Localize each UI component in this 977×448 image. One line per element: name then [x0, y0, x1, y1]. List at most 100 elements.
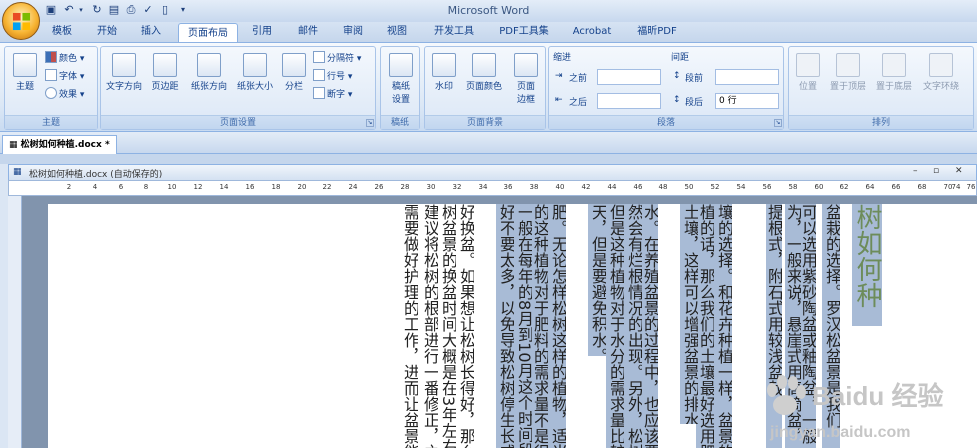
minimize-icon[interactable]: – — [913, 166, 918, 176]
workspace-gap — [0, 154, 977, 164]
spacing-after-icon: ↕ — [673, 95, 681, 105]
text-column[interactable]: 但是这种植物对于水分的需求量比较 — [606, 204, 624, 448]
ruler-tick: 62 — [839, 183, 849, 191]
indent-left-input[interactable] — [597, 69, 661, 85]
indent-right-input[interactable] — [597, 93, 661, 109]
tab-view[interactable]: 视图 — [380, 22, 414, 42]
text-wrapping-button[interactable]: 文字环绕 — [917, 53, 965, 92]
indent-right-icon: ⇤ — [555, 95, 563, 105]
position-label: 位置 — [798, 82, 817, 92]
spacing-heading: 间距 — [671, 53, 690, 63]
margins-icon — [153, 53, 177, 77]
text-column[interactable]: 需要做好护理的工作，进而让盆景能够成长 — [400, 204, 418, 448]
colors-icon — [45, 51, 57, 63]
size-label: 纸张大小 — [236, 82, 273, 92]
page-borders-button[interactable]: 页面 边框 — [511, 53, 541, 105]
themes-icon — [13, 53, 37, 77]
text-column[interactable]: 然会有烂根情况的出现。另外，松树这 — [624, 204, 642, 448]
text-column[interactable]: 的这种植物对于肥料的需求量不是很大，但 — [530, 204, 548, 448]
ruler-tick: 58 — [788, 183, 798, 191]
ruler-tick: 8 — [143, 183, 149, 191]
horizontal-ruler[interactable]: 2 4 6 8 10 12 14 16 18 20 22 24 26 28 30 32 34 36 38 40 42 44… — [8, 180, 977, 196]
breaks-button[interactable]: 分隔符 ▾ — [313, 51, 361, 66]
tab-foxit-pdf[interactable]: 福昕PDF — [628, 22, 686, 42]
theme-effects-button[interactable]: 效果 ▾ — [45, 87, 84, 102]
size-button[interactable]: 纸张大小 — [233, 53, 277, 92]
ruler-tick: 24 — [348, 183, 358, 191]
themes-button[interactable]: 主题 — [9, 53, 41, 92]
position-button[interactable]: 位置 — [791, 53, 825, 92]
close-icon[interactable]: ✕ — [955, 166, 963, 176]
tab-pdf-tools[interactable]: PDF工具集 — [492, 22, 556, 42]
orientation-button[interactable]: 纸张方向 — [187, 53, 231, 92]
document-tab[interactable]: ▦ 松树如何种植.docx * — [2, 135, 117, 154]
fonts-icon — [45, 69, 57, 81]
watermark-button[interactable]: 水印 — [429, 53, 459, 92]
breaks-icon — [313, 51, 325, 63]
theme-fonts-label: 字体 — [59, 72, 78, 82]
columns-label: 分栏 — [284, 82, 303, 92]
columns-button[interactable]: 分栏 — [279, 53, 309, 92]
tab-page-layout[interactable]: 页面布局 — [178, 23, 238, 43]
page-color-button[interactable]: 页面颜色 — [461, 53, 507, 92]
tab-references[interactable]: 引用 — [246, 22, 278, 42]
restore-icon[interactable]: ▫ — [933, 166, 939, 176]
text-column[interactable]: 树盆景的换盆时间大概是在3年左右， — [438, 204, 456, 448]
watermark-url: jingyan.baidu.com — [770, 424, 911, 441]
ruler-tick: 6 — [118, 183, 124, 191]
vertical-ruler[interactable] — [8, 196, 22, 448]
group-label-page-background: 页面背景 — [425, 115, 545, 129]
text-column[interactable]: 建议将松树的根部进行一番修正，之后再 — [420, 204, 438, 448]
indent-left-icon: ⇥ — [555, 71, 563, 81]
send-to-back-label: 置于底层 — [875, 82, 912, 92]
text-wrapping-label: 文字环绕 — [922, 82, 959, 92]
tab-developer[interactable]: 开发工具 — [426, 22, 482, 42]
text-column[interactable]: 肥。无论怎样松树这样的植物，适当的 — [548, 204, 566, 448]
hyphenation-button[interactable]: 断字 ▾ — [313, 87, 352, 102]
draft-paper-label-2: 设置 — [391, 95, 410, 105]
themes-label: 主题 — [15, 82, 34, 92]
send-to-back-button[interactable]: 置于底层 — [871, 53, 917, 92]
text-column[interactable]: 水。在养殖盆景的过程中，也应该要注意 — [640, 204, 658, 448]
text-column[interactable]: 壤的选择。和花卉种植一样，盆景的土壤 — [714, 204, 732, 448]
ruler-tick: 60 — [814, 183, 824, 191]
spacing-after-input[interactable]: 0 行 — [715, 93, 779, 109]
hyphenation-icon — [313, 87, 325, 99]
document-window-icon: ▦ — [13, 167, 22, 177]
size-icon — [243, 53, 267, 77]
tab-templates[interactable]: 模板 — [44, 22, 80, 42]
text-column[interactable]: 植的话，那么我们的土壤最好选用肥沃疏松 — [696, 204, 714, 448]
line-numbers-button[interactable]: 行号 ▾ — [313, 69, 352, 84]
office-button[interactable] — [2, 2, 40, 40]
text-direction-label: 文字方向 — [105, 82, 142, 92]
draft-paper-button[interactable]: 稿纸 设置 — [385, 53, 417, 105]
text-column[interactable]: 好换盆。如果想让松树长得好，那么进行 — [456, 204, 474, 448]
tab-insert[interactable]: 插入 — [134, 22, 168, 42]
spacing-after-label: 段后 — [685, 98, 704, 108]
spacing-before-input[interactable] — [715, 69, 779, 85]
bring-to-front-icon — [836, 53, 860, 77]
page-setup-launcher-icon[interactable]: ↘ — [366, 119, 374, 127]
text-column[interactable]: 好不要太多，以免导致松树停生长或 — [496, 204, 514, 448]
ruler-tick: 4 — [92, 183, 98, 191]
text-column[interactable]: 土壤，这样可以增强盆景的排水性。 — [680, 204, 698, 424]
ruler-tick: 30 — [426, 183, 436, 191]
text-column[interactable]: 天，但是要避免积水。 — [588, 204, 606, 356]
ruler-tick: 10 — [167, 183, 177, 191]
paragraph-launcher-icon[interactable]: ↘ — [774, 119, 782, 127]
bring-to-front-button[interactable]: 置于顶层 — [825, 53, 871, 92]
ribbon-tabs: 模板 开始 插入 页面布局 引用 邮件 审阅 视图 开发工具 PDF工具集 Ac… — [0, 22, 977, 43]
theme-fonts-button[interactable]: 字体 ▾ — [45, 69, 84, 84]
tab-home[interactable]: 开始 — [90, 22, 124, 42]
tab-acrobat[interactable]: Acrobat — [566, 22, 618, 42]
theme-colors-button[interactable]: 颜色 ▾ — [45, 51, 84, 66]
group-label-themes: 主题 — [5, 115, 97, 129]
ruler-tick: 36 — [503, 183, 513, 191]
tab-review[interactable]: 审阅 — [336, 22, 370, 42]
group-draft-paper: 稿纸 设置 稿纸 — [380, 46, 420, 130]
watermark-label: 水印 — [434, 82, 453, 92]
tab-mailings[interactable]: 邮件 — [290, 22, 326, 42]
margins-button[interactable]: 页边距 — [147, 53, 183, 92]
text-direction-button[interactable]: 文字方向 — [103, 53, 145, 92]
text-column[interactable]: 一般在每年的8月到10月这个时间段 — [514, 204, 532, 448]
